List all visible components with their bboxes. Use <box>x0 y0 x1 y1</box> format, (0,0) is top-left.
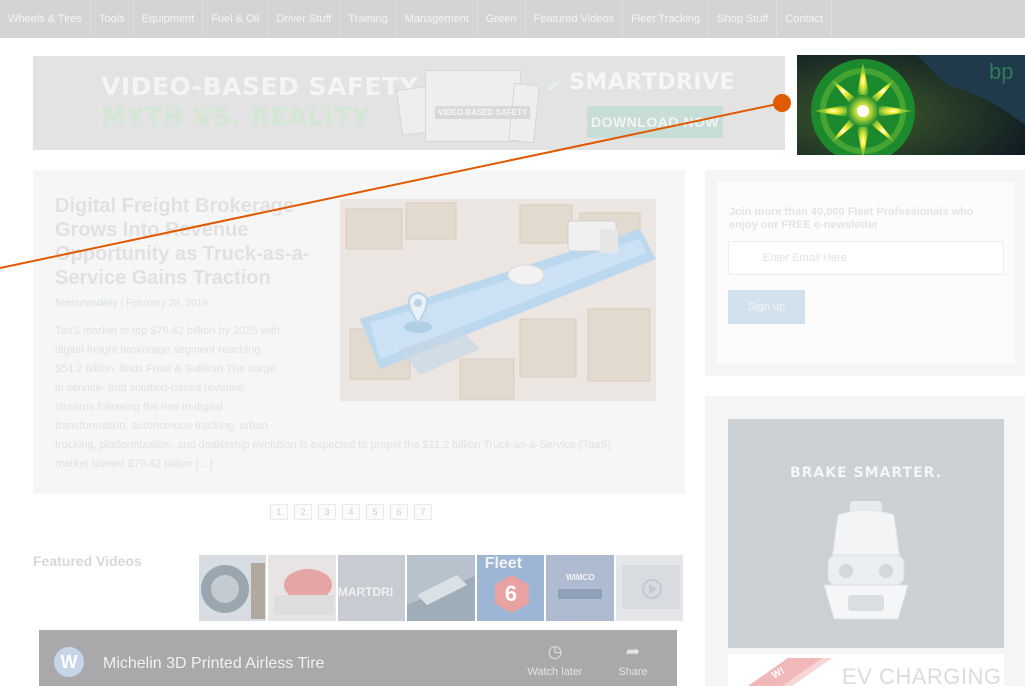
thumbnail-badge-number: 6 <box>504 581 517 606</box>
channel-logo-icon[interactable]: W <box>54 647 84 677</box>
share-label: Share <box>618 666 648 678</box>
watch-later-label: Watch later <box>527 666 583 678</box>
excerpt-line: trucking, platformization, and dealershi… <box>55 439 612 451</box>
ev-charging-ad[interactable]: W! EV CHARGING <box>728 654 1004 686</box>
article-source-link[interactable]: fleetnewsdaily <box>55 298 118 309</box>
top-nav: Wheels & Tires Tools Equipment Fuel & Oi… <box>0 0 1025 38</box>
page-link-2[interactable]: 2 <box>294 504 312 520</box>
featured-article-card: Digital Freight Brokerage Grows Into Rev… <box>33 170 685 494</box>
video-thumbnail[interactable] <box>407 555 475 621</box>
nav-item-training[interactable]: Training <box>340 0 397 38</box>
smartdrive-banner-ad[interactable]: VIDEO-BASED SAFETY MYTH VS. REALITY VIDE… <box>33 56 785 150</box>
play-icon <box>621 565 680 609</box>
nav-item-featured-videos[interactable]: Featured Videos <box>526 0 624 38</box>
video-thumbnails: MARTDRI Fleet 6 WIMCO <box>199 555 683 621</box>
article-date: February 28, 2019 <box>125 298 208 309</box>
watch-later-button[interactable]: ◷ Watch later <box>527 640 583 678</box>
share-icon: ➦ <box>625 642 641 661</box>
page-link-5[interactable]: 5 <box>366 504 384 520</box>
newsletter-widget: Join more than 40,000 Fleet Professional… <box>705 170 1025 376</box>
nav-item-driver-stuff[interactable]: Driver Stuff <box>269 0 341 38</box>
smartdrive-logo-icon <box>546 76 566 90</box>
page-link-1[interactable]: 1 <box>270 504 288 520</box>
article-title[interactable]: Digital Freight Brokerage Grows Into Rev… <box>55 194 325 290</box>
email-input[interactable] <box>728 241 1004 275</box>
banner-doc-title: VIDEO-BASED SAFETY <box>435 106 531 119</box>
nav-item-fleet-tracking[interactable]: Fleet Tracking <box>623 0 710 38</box>
ev-charging-text: EV CHARGING <box>842 664 1002 686</box>
page-link-6[interactable]: 6 <box>390 504 408 520</box>
pagination: 1 2 3 4 5 6 7 <box>270 504 432 520</box>
banner-brand-name: SMARTDRIVE <box>569 70 736 95</box>
nav-item-fuel-oil[interactable]: Fuel & Oil <box>203 0 269 38</box>
nav-item-equipment[interactable]: Equipment <box>134 0 204 38</box>
article-meta: fleetnewsdaily | February 28, 2019 <box>55 298 208 309</box>
article-image[interactable] <box>340 199 656 401</box>
banner-subheadline: MYTH VS. REALITY <box>101 102 371 131</box>
nav-item-wheels-tires[interactable]: Wheels & Tires <box>0 0 91 38</box>
video-thumbnail[interactable]: Fleet 6 <box>476 555 545 621</box>
share-button[interactable]: ➦ Share <box>605 640 661 678</box>
nav-item-contact[interactable]: Contact <box>777 0 833 38</box>
page-link-3[interactable]: 3 <box>318 504 336 520</box>
nav-item-shop-stuff[interactable]: Shop Stuff <box>709 0 778 38</box>
banner-headline: VIDEO-BASED SAFETY <box>101 72 419 101</box>
video-player[interactable]: W Michelin 3D Printed Airless Tire ◷ Wat… <box>39 630 677 686</box>
brake-caliper-icon <box>823 501 909 620</box>
video-thumbnail[interactable] <box>615 555 683 621</box>
video-title[interactable]: Michelin 3D Printed Airless Tire <box>103 655 324 673</box>
featured-videos-heading: Featured Videos <box>33 553 142 569</box>
video-thumbnail[interactable]: WIMCO <box>546 555 614 621</box>
bp-logo-text: bp <box>989 59 1013 84</box>
thumbnail-text: Fleet <box>484 555 523 572</box>
nav-item-tools[interactable]: Tools <box>91 0 134 38</box>
page: Wheels & Tires Tools Equipment Fuel & Oi… <box>0 0 1025 686</box>
video-thumbnail[interactable]: MARTDRI <box>337 555 406 621</box>
page-link-7[interactable]: 7 <box>414 504 432 520</box>
banner-documents-image: VIDEO-BASED SAFETY <box>395 70 543 146</box>
download-now-button[interactable]: DOWNLOAD NOW <box>587 106 723 138</box>
sign-up-button[interactable]: Sign up <box>728 290 805 324</box>
clock-icon: ◷ <box>547 642 563 661</box>
page-link-4[interactable]: 4 <box>342 504 360 520</box>
nav-item-management[interactable]: Management <box>397 0 478 38</box>
thumbnail-text: MARTDRI <box>337 585 394 599</box>
newsletter-heading: Join more than 40,000 Fleet Professional… <box>729 206 974 231</box>
nav-item-green[interactable]: Green <box>478 0 526 38</box>
thumbnail-text: WIMCO <box>566 573 595 582</box>
brake-smarter-ad[interactable]: BRAKE SMARTER. <box>728 419 1004 648</box>
bp-logo-photo: bp <box>797 55 1025 155</box>
video-thumbnail[interactable] <box>199 555 267 621</box>
excerpt-line: transformation, autonomous trucking, urb… <box>55 420 268 432</box>
newsletter-box: Join more than 40,000 Fleet Professional… <box>717 182 1015 364</box>
excerpt-line: market toward $79.42 billion […] <box>55 458 213 470</box>
video-thumbnail[interactable] <box>268 555 336 621</box>
bp-helios-icon: bp <box>797 55 1025 155</box>
